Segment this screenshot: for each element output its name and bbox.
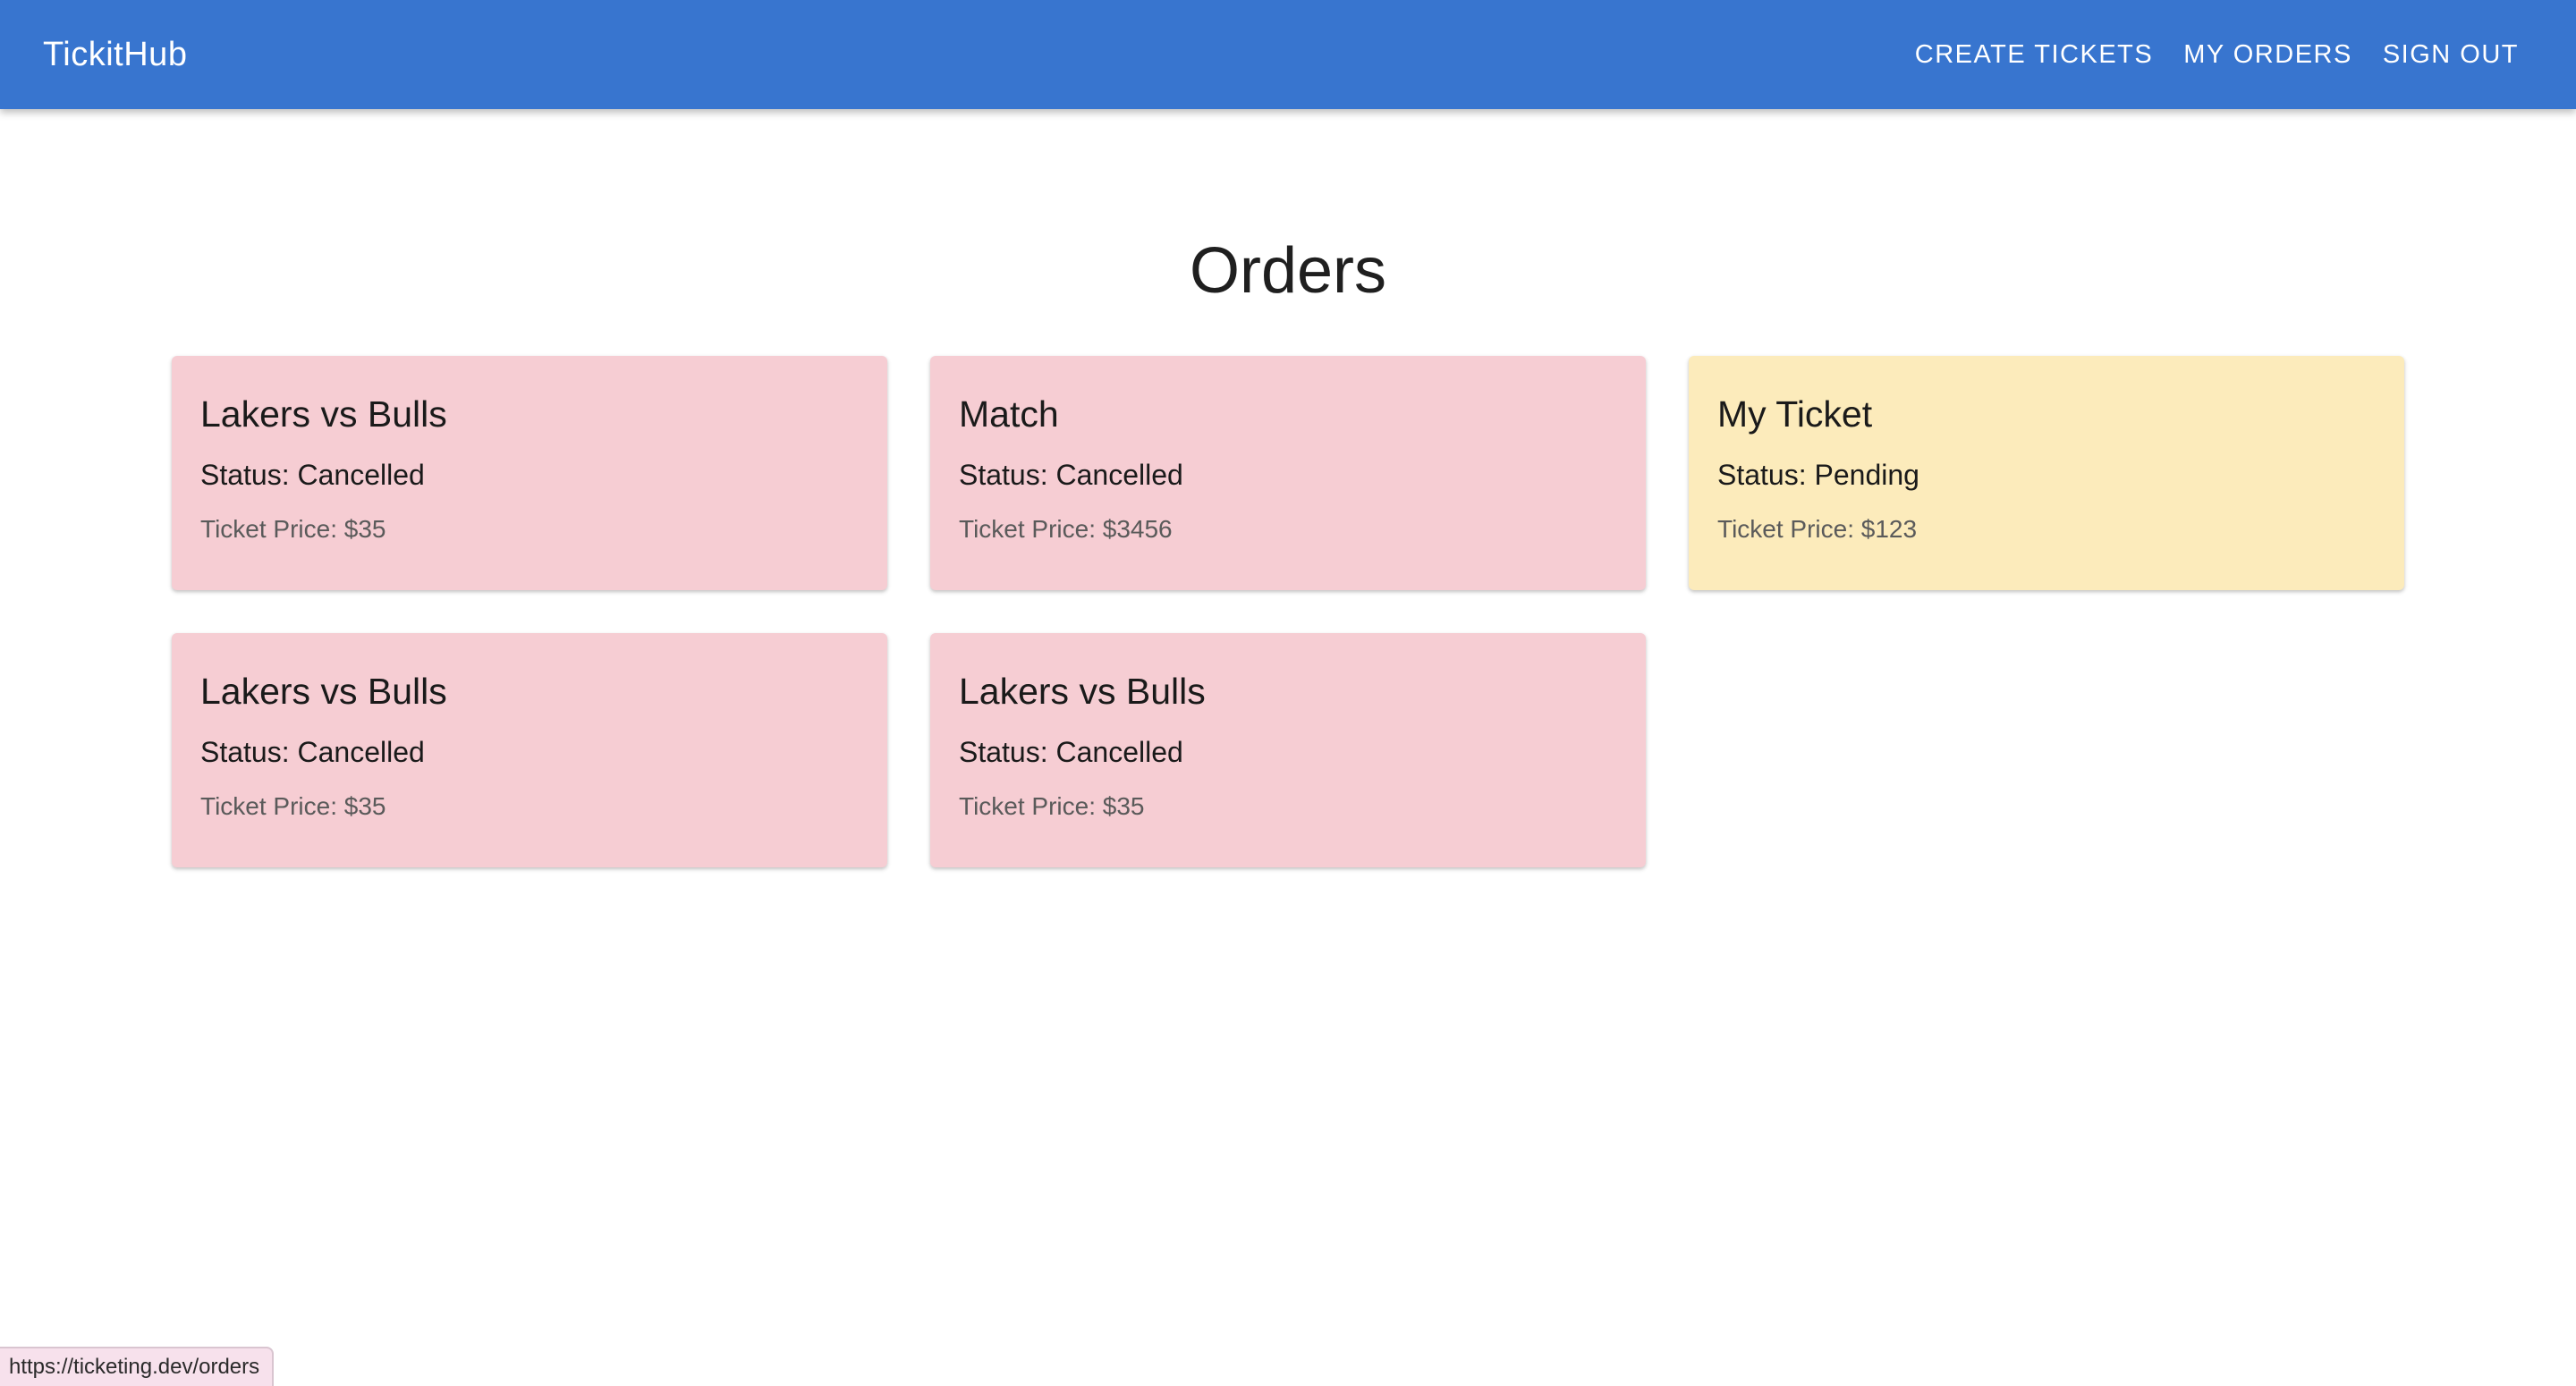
status-bar-url: https://ticketing.dev/orders: [0, 1347, 275, 1386]
nav-sign-out[interactable]: SIGN OUT: [2383, 35, 2519, 75]
order-title: Lakers vs Bulls: [200, 393, 447, 435]
order-status: Status: Cancelled: [200, 459, 425, 491]
app-bar: TickitHub CREATE TICKETS MY ORDERS SIGN …: [0, 0, 2576, 109]
order-card[interactable]: Lakers vs Bulls Status: Cancelled Ticket…: [172, 356, 887, 590]
nav-links: CREATE TICKETS MY ORDERS SIGN OUT: [1915, 35, 2519, 75]
order-title: Lakers vs Bulls: [200, 671, 447, 712]
order-card[interactable]: Lakers vs Bulls Status: Cancelled Ticket…: [172, 633, 887, 867]
order-price: Ticket Price: $35: [959, 792, 1145, 820]
order-status: Status: Pending: [1717, 459, 1919, 491]
order-card[interactable]: Match Status: Cancelled Ticket Price: $3…: [930, 356, 1646, 590]
order-price: Ticket Price: $35: [200, 792, 386, 820]
order-card[interactable]: Lakers vs Bulls Status: Cancelled Ticket…: [930, 633, 1646, 867]
order-status: Status: Cancelled: [200, 736, 425, 768]
order-title: Lakers vs Bulls: [959, 671, 1206, 712]
nav-my-orders[interactable]: MY ORDERS: [2183, 35, 2352, 75]
order-status: Status: Cancelled: [959, 459, 1183, 491]
order-price: Ticket Price: $3456: [959, 515, 1173, 543]
order-status: Status: Cancelled: [959, 736, 1183, 768]
brand-logo[interactable]: TickitHub: [43, 36, 1915, 74]
order-price: Ticket Price: $123: [1717, 515, 1918, 543]
order-title: Match: [959, 393, 1059, 435]
order-price: Ticket Price: $35: [200, 515, 386, 543]
page-title: Orders: [1189, 235, 1387, 307]
order-card[interactable]: My Ticket Status: Pending Ticket Price: …: [1689, 356, 2404, 590]
order-title: My Ticket: [1717, 393, 1873, 435]
orders-grid: Lakers vs Bulls Status: Cancelled Ticket…: [172, 356, 2404, 867]
nav-create-tickets[interactable]: CREATE TICKETS: [1915, 35, 2153, 75]
